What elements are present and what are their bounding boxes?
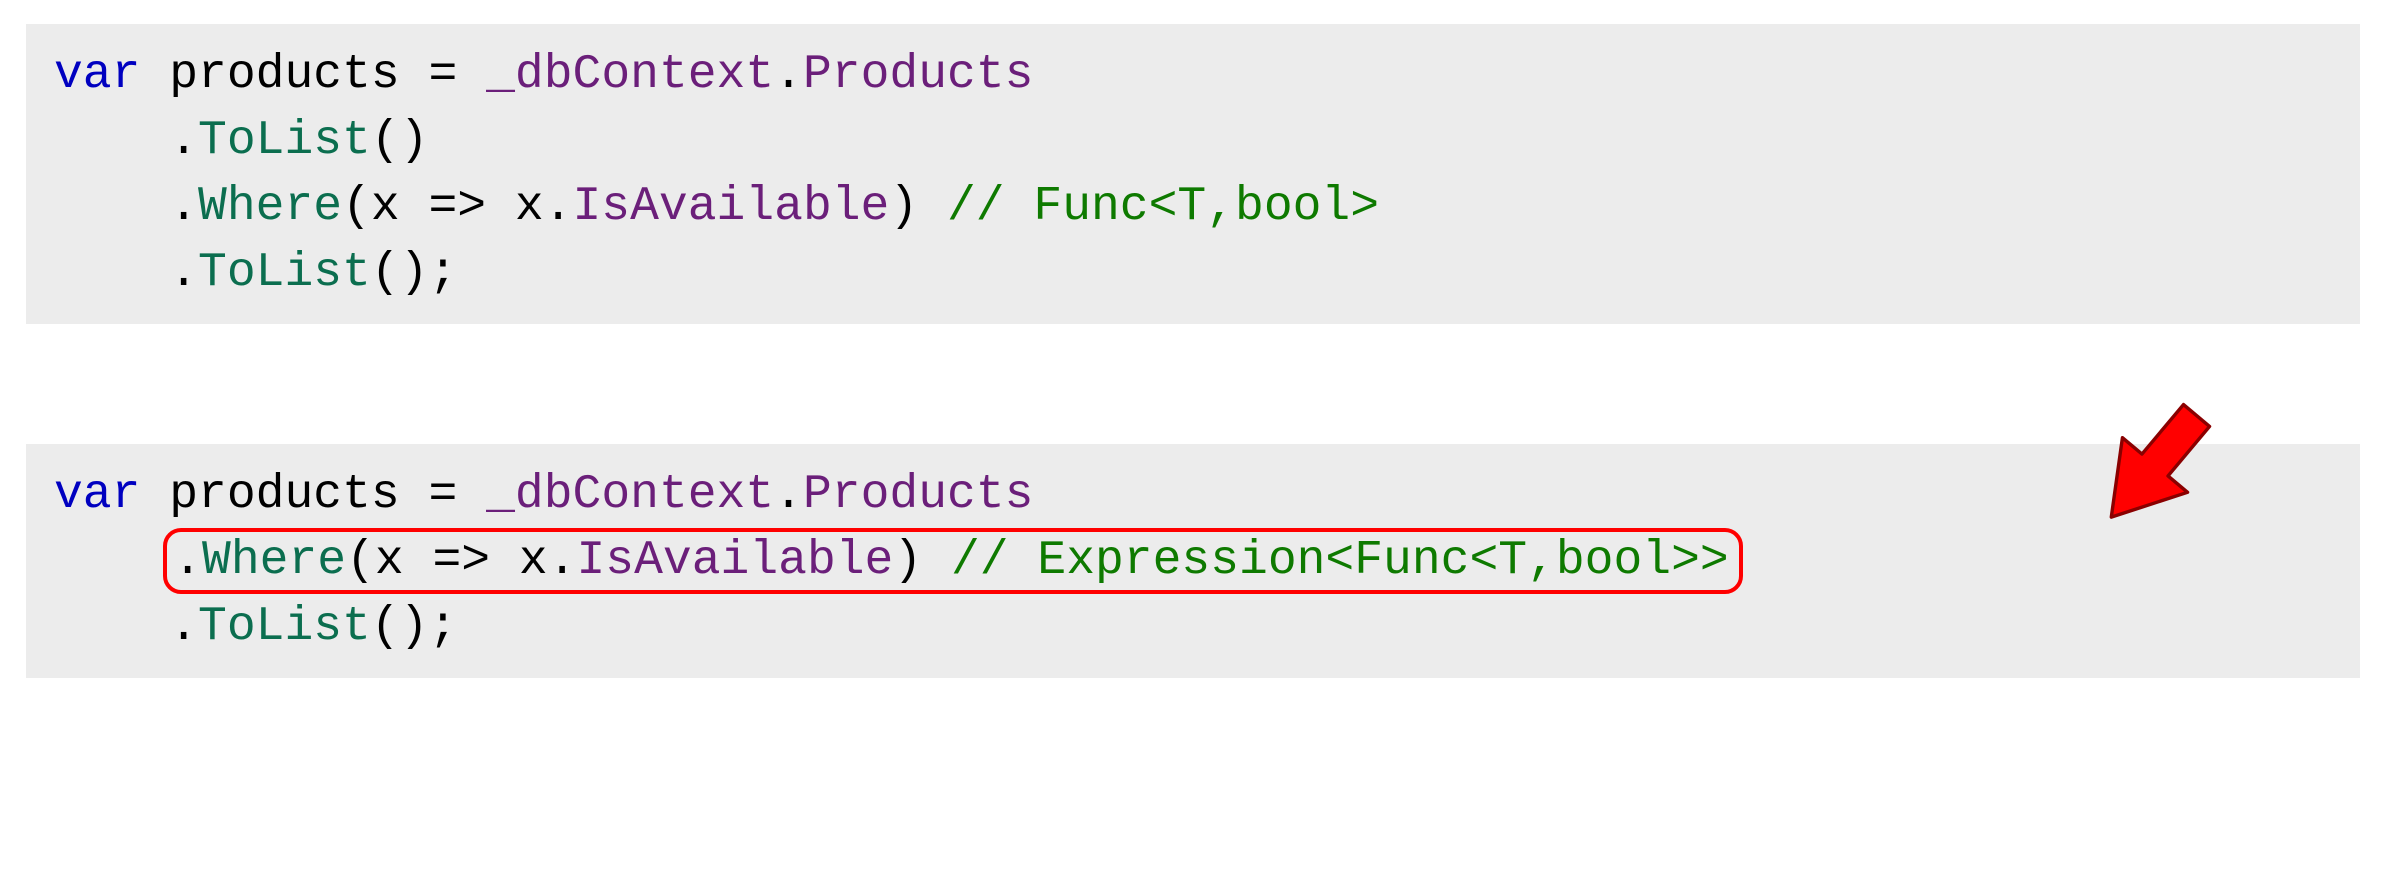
text-indent [54,534,169,588]
method-tolist: ToList [198,246,371,300]
text-equals: = [428,468,457,522]
text-equals: = [428,48,457,102]
ident-products: Products [803,48,1033,102]
text-args: (x => x. [342,180,572,234]
ident-isavailable: IsAvailable [573,180,890,234]
spacer [26,324,2364,444]
text-indent [54,600,169,654]
text-dot: . [774,48,803,102]
page-canvas: var products = _dbContext.Products .ToLi… [0,0,2388,882]
red-arrow-icon [2070,380,2240,550]
text-paren: () [371,114,429,168]
text-dot: . [169,180,198,234]
text-space [457,468,486,522]
text-paren: (); [371,600,457,654]
ident-products: Products [803,468,1033,522]
text-products: products [169,48,399,102]
code-block-bottom: var products = _dbContext.Products .Wher… [26,444,2360,678]
text-dot: . [169,600,198,654]
text-dot: . [169,114,198,168]
ident-dbcontext: _dbContext [486,48,774,102]
text-indent [54,180,169,234]
text-close: ) [893,534,951,588]
text-space [400,468,429,522]
method-tolist: ToList [198,114,371,168]
text-space [140,468,169,522]
keyword-var: var [54,468,140,522]
keyword-var: var [54,48,140,102]
text-indent [54,114,169,168]
text-indent [54,246,169,300]
text-dot: . [169,246,198,300]
text-space [457,48,486,102]
highlight-expression-line: .Where(x => x.IsAvailable) // Expression… [163,528,1742,594]
method-where: Where [198,180,342,234]
ident-dbcontext: _dbContext [486,468,774,522]
method-tolist: ToList [198,600,371,654]
ident-isavailable: IsAvailable [577,534,894,588]
text-products: products [169,468,399,522]
method-where: Where [202,534,346,588]
text-space [140,48,169,102]
text-close: ) [889,180,947,234]
comment-expression: // Expression<Func<T,bool>> [951,534,1729,588]
text-args: (x => x. [346,534,576,588]
code-block-top: var products = _dbContext.Products .ToLi… [26,24,2360,324]
comment-func: // Func<T,bool> [947,180,1379,234]
text-dot: . [173,534,202,588]
text-paren: (); [371,246,457,300]
text-space [400,48,429,102]
text-dot: . [774,468,803,522]
